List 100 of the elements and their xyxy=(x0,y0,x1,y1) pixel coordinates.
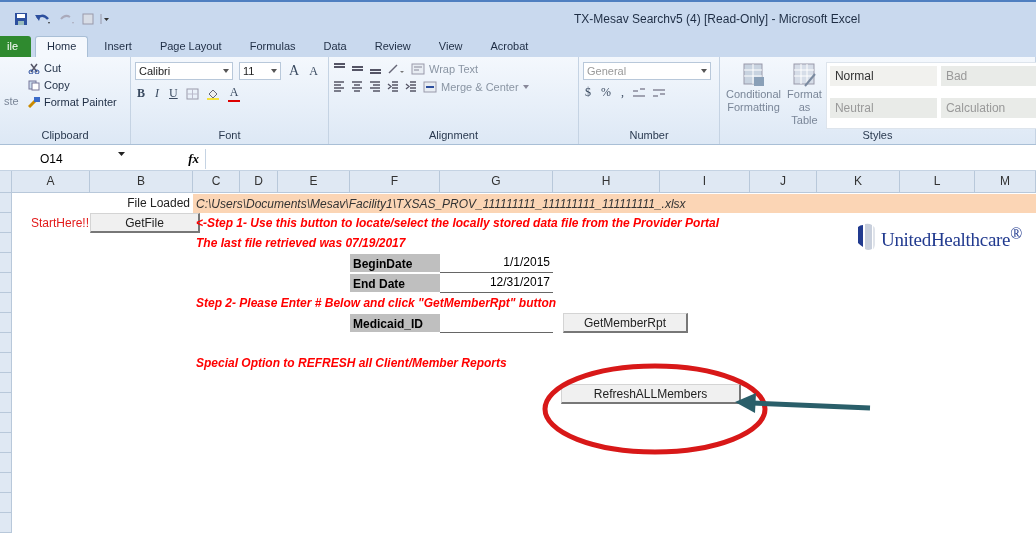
redo-icon[interactable] xyxy=(58,12,76,25)
column-header[interactable]: B xyxy=(90,171,193,193)
insert-function-button[interactable]: fx xyxy=(188,150,199,167)
row-header[interactable] xyxy=(0,353,12,373)
row-header[interactable] xyxy=(0,313,12,333)
wrap-text-icon xyxy=(411,62,425,75)
field-label: BeginDate xyxy=(350,254,440,272)
column-header[interactable]: C xyxy=(193,171,240,193)
ribbon-command[interactable]: Format Painter xyxy=(28,96,117,108)
group-label: Alignment xyxy=(429,129,478,143)
file-tab[interactable]: ile xyxy=(0,36,31,57)
row-header[interactable] xyxy=(0,453,12,473)
underline-button[interactable]: U xyxy=(167,86,180,101)
window-title: TX-Mesav Searchv5 (4) [Read-Only] - Microsoft Excel xyxy=(574,11,861,26)
field-label: End Date xyxy=(350,274,440,292)
ribbon-tab[interactable]: Home xyxy=(35,36,89,57)
start-note: StartHere!! xyxy=(29,216,90,230)
row-header[interactable] xyxy=(0,233,12,253)
column-header[interactable]: L xyxy=(900,171,975,193)
font-color-button[interactable]: A xyxy=(227,85,241,102)
currency-button[interactable]: $ xyxy=(583,85,593,100)
shrink-font-button[interactable]: A xyxy=(307,63,320,79)
dropdown-icon xyxy=(522,84,529,89)
column-header[interactable]: H xyxy=(553,171,660,193)
column-header[interactable]: F xyxy=(350,171,440,193)
borders-icon[interactable] xyxy=(185,87,200,100)
undo-icon[interactable] xyxy=(34,12,52,25)
indent-icon[interactable] xyxy=(387,80,399,93)
print-preview-icon[interactable] xyxy=(82,12,94,25)
align-right-icon[interactable] xyxy=(369,80,381,93)
ribbon-command[interactable]: Copy xyxy=(28,79,117,91)
ribbon-command[interactable]: Cut xyxy=(28,62,117,74)
sheet-button[interactable]: GetMemberRpt xyxy=(563,313,688,333)
row-header[interactable] xyxy=(0,193,12,213)
date-value: 12/31/2017 xyxy=(440,273,553,293)
row-header[interactable] xyxy=(0,473,12,493)
instruction-text: Special Option to REFRESH all Client/Member Reports xyxy=(195,356,508,370)
italic-button[interactable]: I xyxy=(153,86,161,101)
dropdown-icon xyxy=(223,69,229,73)
date-value: 1/1/2015 xyxy=(440,253,553,273)
row-header[interactable] xyxy=(0,253,12,273)
column-header[interactable]: E xyxy=(278,171,350,193)
font-size-field[interactable]: 11 xyxy=(239,62,281,80)
dropdown-icon xyxy=(118,151,125,156)
comma-button[interactable]: , xyxy=(619,85,626,100)
ribbon-tab[interactable]: Formulas xyxy=(237,36,308,57)
row-header[interactable] xyxy=(0,513,12,533)
percent-button[interactable]: % xyxy=(599,85,613,100)
ribbon-tab[interactable]: Insert xyxy=(92,36,144,57)
row-header[interactable] xyxy=(0,273,12,293)
row-header[interactable] xyxy=(0,213,12,233)
decrease-decimal-icon[interactable] xyxy=(652,86,666,99)
select-all-corner[interactable] xyxy=(0,171,12,193)
table-icon xyxy=(791,62,818,88)
row-header[interactable] xyxy=(0,293,12,313)
row-header[interactable] xyxy=(0,493,12,513)
name-box[interactable]: O14 xyxy=(0,151,125,166)
group-label: Clipboard xyxy=(41,129,89,143)
group-label: Styles xyxy=(862,129,893,143)
ribbon-tab[interactable]: View xyxy=(426,36,475,57)
font-name-field[interactable]: Calibri xyxy=(135,62,233,80)
customize-icon[interactable] xyxy=(100,12,110,25)
group-label: Font xyxy=(218,129,241,143)
fill-color-icon[interactable] xyxy=(205,87,222,100)
scissors-icon xyxy=(28,62,40,74)
bold-button[interactable]: B xyxy=(135,86,147,101)
column-header[interactable]: K xyxy=(817,171,900,193)
save-icon[interactable] xyxy=(14,11,28,26)
field-label: Medicaid_ID xyxy=(350,314,440,332)
table-chart-icon xyxy=(740,62,767,88)
ribbon-tab[interactable]: Acrobat xyxy=(478,36,541,57)
dropdown-icon xyxy=(271,69,277,73)
orientation-icon[interactable] xyxy=(387,62,405,75)
instruction-text: Step 2- Please Enter # Below and click "GetMemberRpt" button xyxy=(195,296,558,310)
column-header[interactable]: A xyxy=(12,171,90,193)
align-left-icon[interactable] xyxy=(333,80,345,93)
increase-decimal-icon[interactable] xyxy=(632,86,646,99)
group-label: Number xyxy=(629,129,669,143)
row-header[interactable] xyxy=(0,393,12,413)
row-header[interactable] xyxy=(0,373,12,393)
indent-icon[interactable] xyxy=(405,80,417,93)
column-header[interactable]: G xyxy=(440,171,553,193)
row-header[interactable] xyxy=(0,413,12,433)
cell-label: File Loaded xyxy=(126,196,191,210)
ribbon-tab[interactable]: Review xyxy=(362,36,423,57)
ribbon-tab[interactable]: Data xyxy=(311,36,359,57)
instruction-text: The last file retrieved was 07/19/2017 xyxy=(195,236,407,250)
column-header[interactable]: J xyxy=(750,171,817,193)
dropdown-icon xyxy=(701,69,707,73)
ribbon-tab[interactable]: Page Layout xyxy=(147,36,234,57)
column-header[interactable]: I xyxy=(660,171,750,193)
row-header[interactable] xyxy=(0,333,12,353)
grow-font-button[interactable]: A xyxy=(287,63,302,79)
cell-style[interactable]: Normal xyxy=(829,66,937,86)
column-header[interactable]: M xyxy=(975,171,1036,193)
column-header[interactable]: D xyxy=(240,171,278,193)
copy-icon xyxy=(28,79,40,91)
row-header[interactable] xyxy=(0,433,12,453)
center-icon[interactable] xyxy=(351,80,363,93)
refresh-button[interactable]: RefreshALLMembers xyxy=(561,384,741,404)
